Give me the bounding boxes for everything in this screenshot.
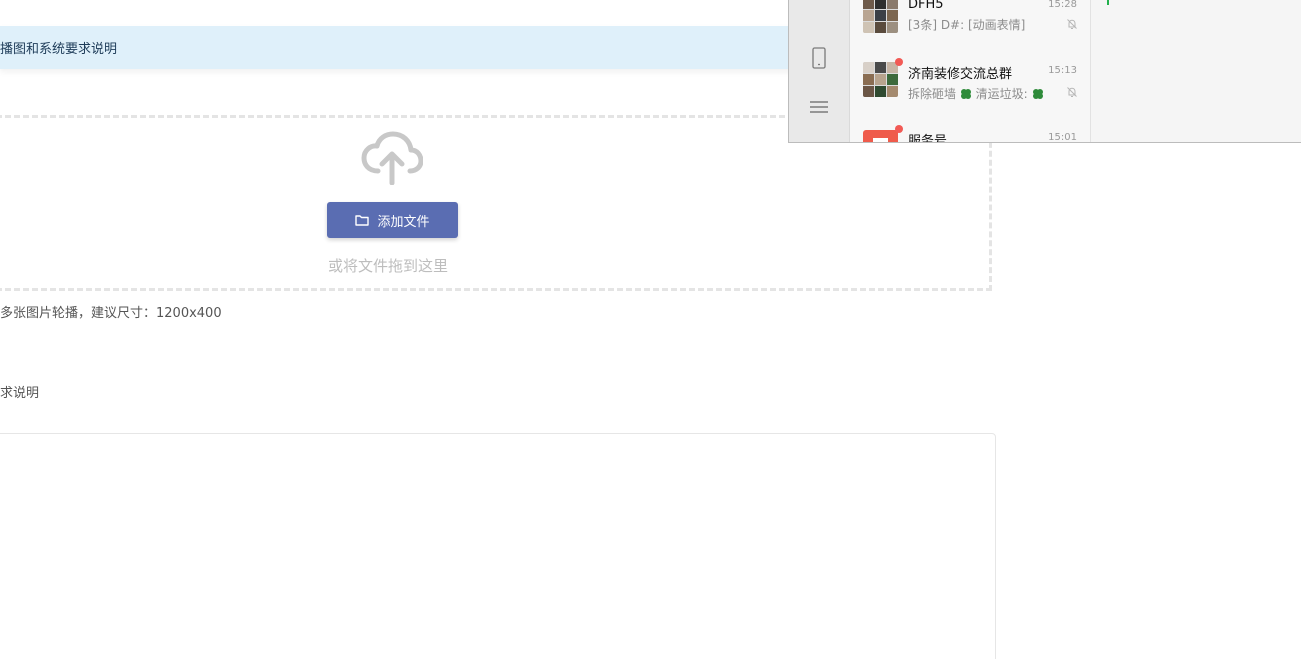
- phone-icon[interactable]: [811, 47, 827, 69]
- unread-dot: [895, 58, 903, 66]
- chat-list: DFH5 15:28 [3条] D#: [动画表情] 济南装修交流总群 15:1…: [850, 0, 1090, 143]
- preview-part: 清运垃圾:: [975, 87, 1028, 101]
- banner-text: 播图和系统要求说明: [0, 42, 118, 57]
- chat-sidebar: [789, 0, 850, 142]
- menu-icon[interactable]: [810, 100, 828, 114]
- chat-name: DFH5: [908, 0, 944, 12]
- group-avatar: [863, 62, 898, 97]
- page: 播图和系统要求说明 添加文件 或将文件拖到这里 多张图片轮播，建议尺寸：1200…: [0, 0, 1301, 659]
- chat-item-jinan-group[interactable]: 济南装修交流总群 15:13 拆除砸墙 清运垃圾: ...: [850, 54, 1090, 120]
- clover-emoji-icon: [960, 89, 971, 99]
- cloud-upload-icon: [361, 131, 423, 185]
- chat-name: 济南装修交流总群: [908, 67, 1013, 82]
- bell-off-icon: [1067, 87, 1077, 97]
- chat-window: DFH5 15:28 [3条] D#: [动画表情] 济南装修交流总群 15:1…: [788, 0, 1301, 143]
- unread-dot: [895, 125, 903, 133]
- chat-item-dfh5[interactable]: DFH5 15:28 [3条] D#: [动画表情]: [850, 0, 1090, 52]
- green-marker: [1107, 0, 1109, 5]
- bell-off-icon: [1067, 19, 1077, 29]
- preview-part: 拆除砸墙: [908, 87, 957, 101]
- service-account-avatar: [863, 130, 898, 142]
- preview-part: ...: [1047, 87, 1048, 101]
- carousel-size-hint: 多张图片轮播，建议尺寸：1200x400: [0, 306, 222, 321]
- info-banner: 播图和系统要求说明: [0, 26, 800, 69]
- add-file-button[interactable]: 添加文件: [327, 202, 458, 238]
- add-file-label: 添加文件: [377, 214, 430, 230]
- chat-time: 15:13: [1048, 65, 1077, 76]
- section-label: 求说明: [0, 386, 40, 401]
- drop-hint: 或将文件拖到这里: [328, 257, 449, 275]
- folder-icon: [355, 215, 370, 226]
- clover-emoji-icon: [1032, 89, 1043, 99]
- chat-item-service-account[interactable]: 服务号 15:01: [850, 120, 1090, 143]
- chat-preview: [3条] D#: [动画表情]: [908, 18, 1026, 32]
- chat-content-pane: [1090, 0, 1301, 142]
- description-editor[interactable]: [0, 433, 996, 659]
- chat-time: 15:28: [1048, 0, 1077, 10]
- chat-preview: 拆除砸墙 清运垃圾: ...: [908, 85, 1048, 102]
- group-avatar: [863, 0, 898, 33]
- chat-time: 15:01: [1048, 132, 1077, 143]
- chat-name: 服务号: [908, 134, 948, 143]
